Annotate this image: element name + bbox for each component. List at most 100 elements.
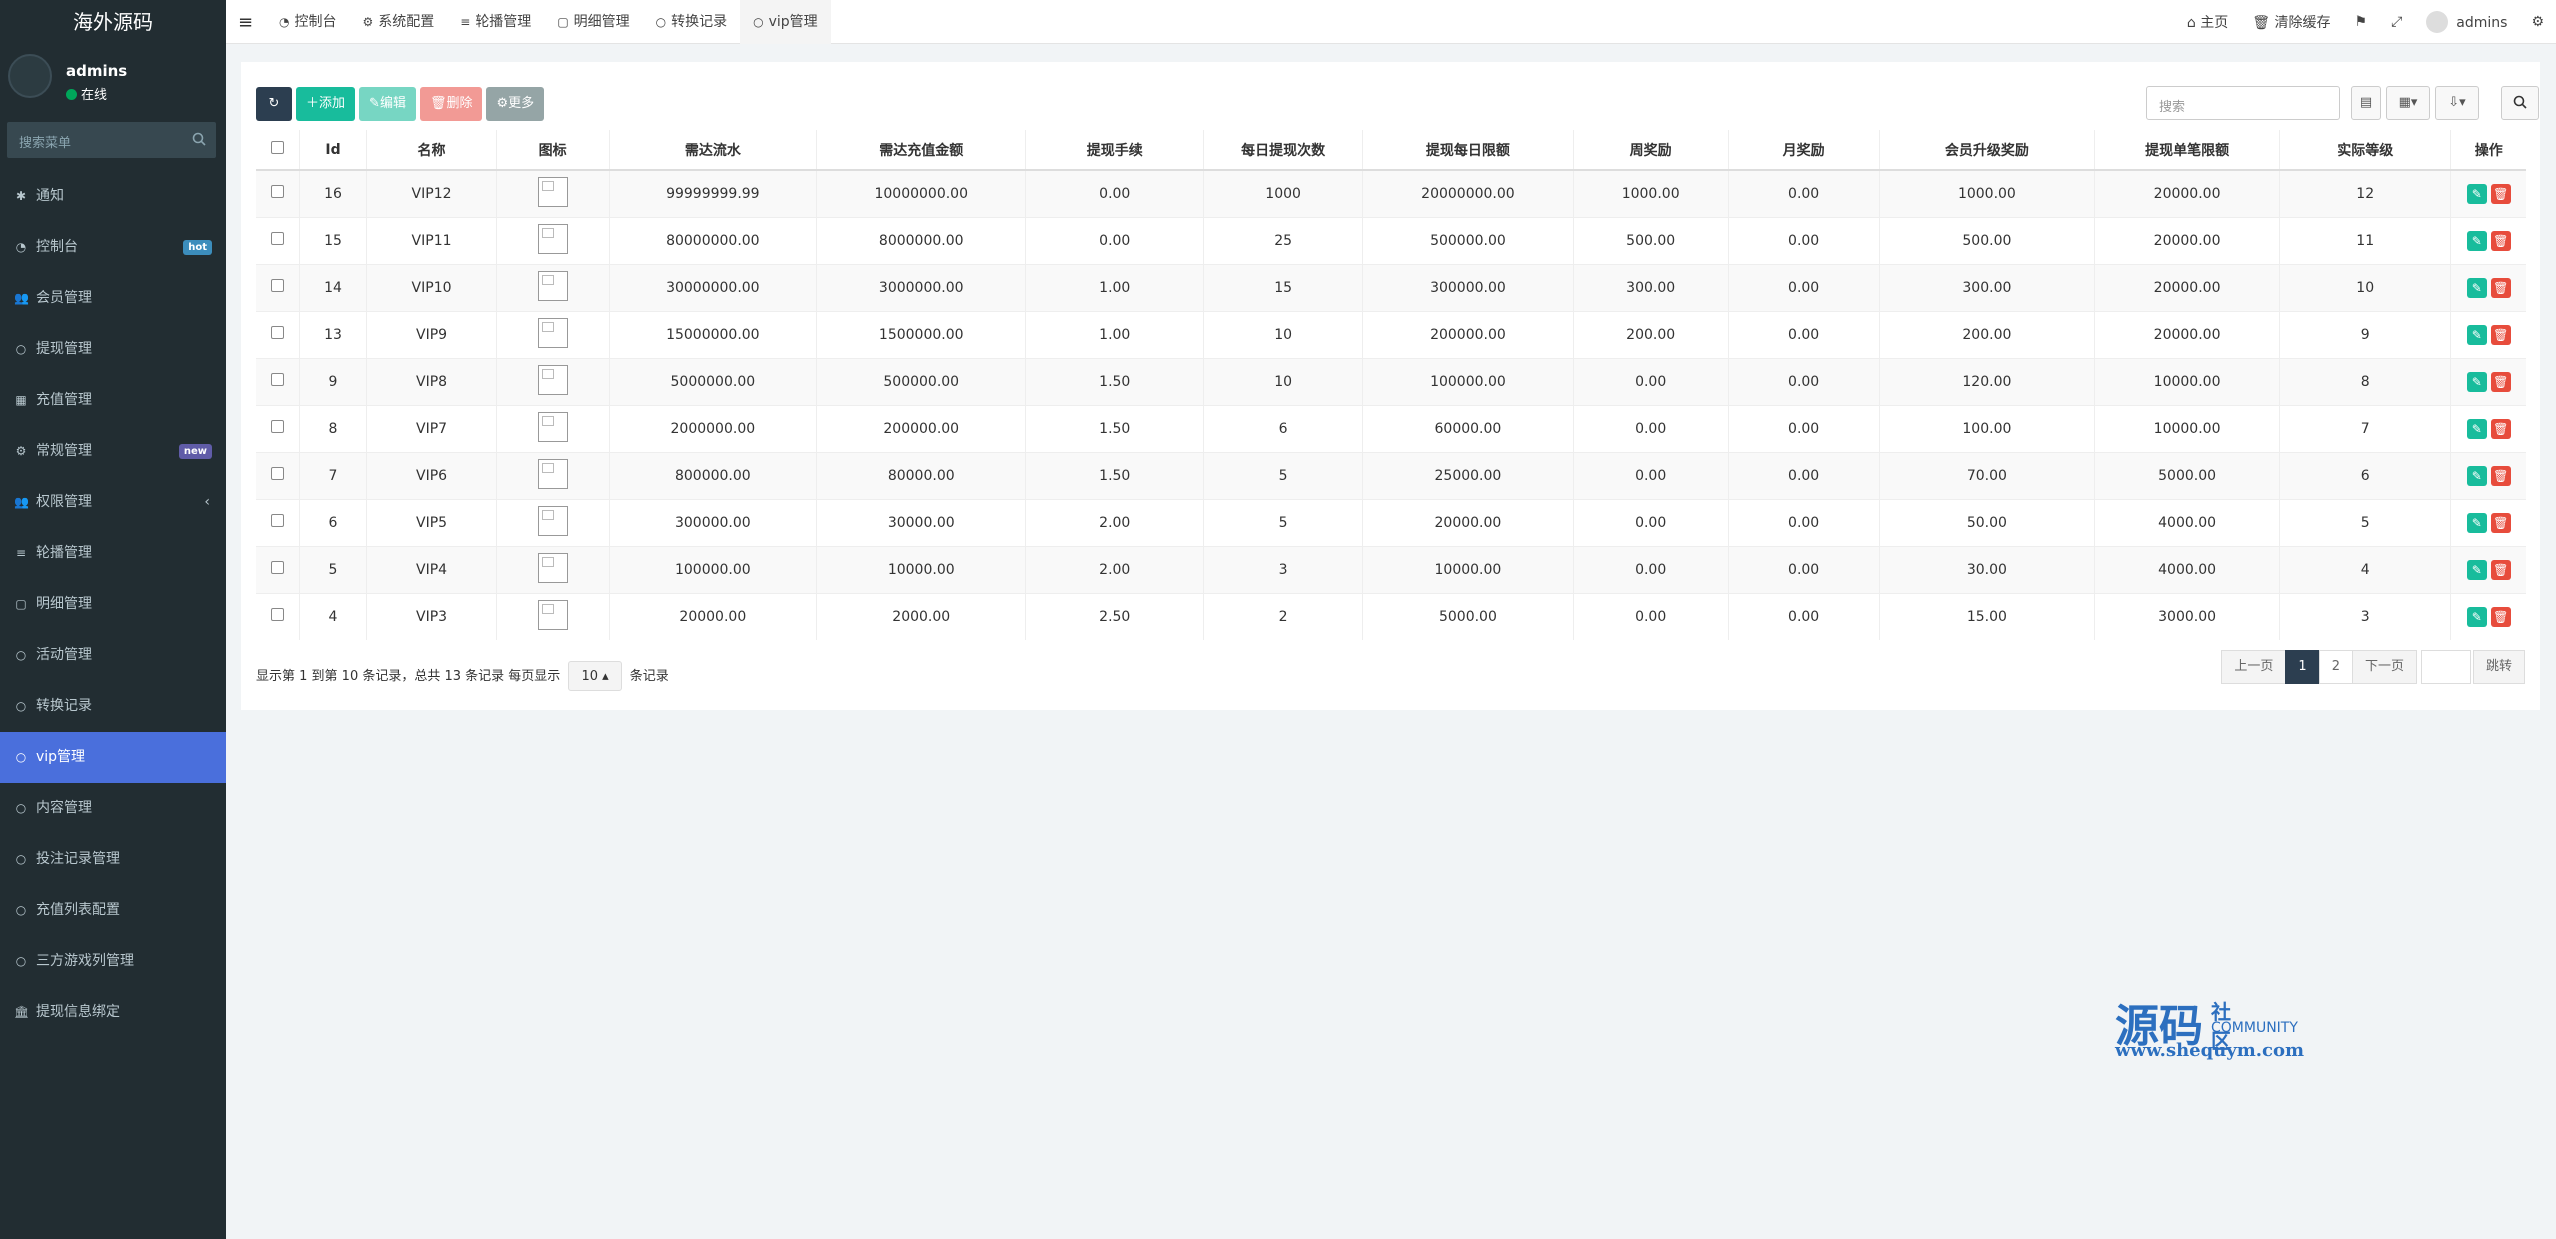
row-edit-button[interactable]: ✎ bbox=[2466, 277, 2487, 298]
nav-tab[interactable]: ◔ 控制台 bbox=[266, 0, 349, 44]
sidebar-item[interactable]: ○ 三方游戏列管理 bbox=[0, 936, 226, 987]
sidebar-item[interactable]: 🏛 提现信息绑定 bbox=[0, 987, 226, 1038]
row-delete-button[interactable]: 🗑 bbox=[2490, 183, 2511, 204]
row-delete-button[interactable]: 🗑 bbox=[2490, 418, 2511, 439]
row-edit-button[interactable]: ✎ bbox=[2466, 371, 2487, 392]
row-checkbox[interactable] bbox=[270, 279, 284, 292]
broken-image-icon[interactable] bbox=[537, 223, 568, 254]
clear-cache-button[interactable]: 🗑 清除缓存 bbox=[2240, 12, 2342, 32]
column-header[interactable]: 需达充值金额 bbox=[816, 130, 1027, 171]
settings-gear-icon[interactable]: ⚙ bbox=[2519, 14, 2556, 30]
sidebar-search-input[interactable]: 搜索菜单 bbox=[7, 122, 216, 158]
column-header[interactable]: 图标 bbox=[496, 130, 610, 171]
table-row[interactable]: 8 VIP7 2000000.00 200000.00 1.50 6 60000.00 0.0… bbox=[256, 404, 2526, 452]
prev-page-button[interactable]: 上一页 bbox=[2221, 650, 2287, 684]
row-edit-button[interactable]: ✎ bbox=[2466, 183, 2487, 204]
jump-button[interactable]: 跳转 bbox=[2472, 650, 2525, 684]
row-delete-button[interactable]: 🗑 bbox=[2490, 559, 2511, 580]
broken-image-icon[interactable] bbox=[537, 317, 568, 348]
broken-image-icon[interactable] bbox=[537, 552, 568, 583]
jump-page-input[interactable] bbox=[2420, 650, 2471, 684]
column-header[interactable]: Id bbox=[299, 130, 368, 171]
column-header[interactable]: 名称 bbox=[366, 130, 497, 171]
toggle-view-button[interactable]: ▤ bbox=[2351, 86, 2381, 120]
nav-tab[interactable]: ▢ 明细管理 bbox=[544, 0, 642, 44]
row-checkbox[interactable] bbox=[270, 185, 284, 199]
column-header[interactable]: 会员升级奖励 bbox=[1879, 130, 2096, 171]
row-checkbox[interactable] bbox=[270, 232, 284, 245]
next-page-button[interactable]: 下一页 bbox=[2351, 650, 2417, 684]
refresh-button[interactable]: ↻ bbox=[256, 87, 292, 121]
row-edit-button[interactable]: ✎ bbox=[2466, 512, 2487, 533]
column-header[interactable]: 周奖励 bbox=[1573, 130, 1729, 171]
row-checkbox[interactable] bbox=[270, 467, 284, 480]
column-header[interactable]: 提现每日限额 bbox=[1362, 130, 1574, 171]
row-edit-button[interactable]: ✎ bbox=[2466, 324, 2487, 345]
export-button[interactable]: ⇩▾ bbox=[2435, 86, 2479, 120]
page-1-button[interactable]: 1 bbox=[2285, 650, 2320, 684]
delete-button[interactable]: 🗑删除 bbox=[419, 87, 483, 121]
row-delete-button[interactable]: 🗑 bbox=[2490, 371, 2511, 392]
row-checkbox[interactable] bbox=[270, 561, 284, 574]
broken-image-icon[interactable] bbox=[537, 505, 568, 536]
sidebar-item[interactable]: 👥 权限管理 ‹ bbox=[0, 477, 226, 528]
user-menu[interactable]: admins bbox=[2414, 11, 2519, 33]
row-checkbox[interactable] bbox=[270, 326, 284, 339]
sidebar-item[interactable]: ○ 投注记录管理 bbox=[0, 834, 226, 885]
advanced-search-button[interactable] bbox=[2501, 86, 2539, 120]
row-edit-button[interactable]: ✎ bbox=[2466, 418, 2487, 439]
row-delete-button[interactable]: 🗑 bbox=[2490, 606, 2511, 627]
page-size-select[interactable]: 10 ▴ bbox=[568, 661, 622, 691]
sidebar-item[interactable]: ✱ 通知 bbox=[0, 171, 226, 222]
home-link[interactable]: ⌂ 主页 bbox=[2175, 12, 2240, 32]
table-search-input[interactable]: 搜索 bbox=[2146, 86, 2340, 120]
more-button[interactable]: ⚙更多 bbox=[486, 87, 545, 121]
columns-button[interactable]: ▦▾ bbox=[2386, 86, 2430, 120]
row-checkbox[interactable] bbox=[270, 373, 284, 386]
language-icon[interactable]: ⚑ bbox=[2343, 14, 2380, 30]
add-button[interactable]: ＋添加 bbox=[296, 87, 356, 121]
app-logo[interactable]: 海外源码 bbox=[0, 0, 226, 44]
nav-tab[interactable]: ≡ 轮播管理 bbox=[447, 0, 544, 44]
row-edit-button[interactable]: ✎ bbox=[2466, 606, 2487, 627]
menu-toggle-icon[interactable]: ≡ bbox=[238, 12, 253, 33]
nav-tab[interactable]: ○ 转换记录 bbox=[643, 0, 740, 44]
sidebar-item[interactable]: ▦ 充值管理 bbox=[0, 375, 226, 426]
sidebar-item[interactable]: ○ vip管理 bbox=[0, 732, 226, 783]
column-header[interactable]: 提现手续 bbox=[1025, 130, 1205, 171]
row-delete-button[interactable]: 🗑 bbox=[2490, 465, 2511, 486]
row-delete-button[interactable]: 🗑 bbox=[2490, 512, 2511, 533]
table-row[interactable]: 4 VIP3 20000.00 2000.00 2.50 2 5000.00 0.00 0.00… bbox=[256, 592, 2526, 640]
fullscreen-icon[interactable]: ⤢ bbox=[2379, 14, 2414, 30]
column-header[interactable]: 提现单笔限额 bbox=[2094, 130, 2280, 171]
table-row[interactable]: 6 VIP5 300000.00 30000.00 2.00 5 20000.00 0.00 0… bbox=[256, 498, 2526, 546]
row-checkbox[interactable] bbox=[270, 608, 284, 622]
sidebar-item[interactable]: ▢ 明细管理 bbox=[0, 579, 226, 630]
table-row[interactable]: 15 VIP11 80000000.00 8000000.00 0.00 25 500000… bbox=[256, 216, 2526, 264]
edit-button[interactable]: ✎编辑 bbox=[359, 87, 416, 121]
column-header[interactable]: 每日提现次数 bbox=[1203, 130, 1364, 171]
sidebar-item[interactable]: ⚙ 常规管理 new bbox=[0, 426, 226, 477]
select-all-checkbox[interactable] bbox=[270, 141, 284, 154]
nav-tab[interactable]: ○ vip管理 bbox=[740, 0, 831, 44]
sidebar-item[interactable]: ≡ 轮播管理 bbox=[0, 528, 226, 579]
page-2-button[interactable]: 2 bbox=[2318, 650, 2353, 684]
column-header[interactable]: 需达流水 bbox=[609, 130, 818, 171]
sidebar-item[interactable]: ◔ 控制台 hot bbox=[0, 222, 226, 273]
table-row[interactable]: 5 VIP4 100000.00 10000.00 2.00 3 10000.00 0.00 0… bbox=[256, 545, 2526, 593]
table-row[interactable]: 16 VIP12 99999999.99 10000000.00 0.00 1000 200… bbox=[256, 169, 2526, 217]
column-header[interactable]: 操作 bbox=[2450, 130, 2526, 171]
sidebar-item[interactable]: 👥 会员管理 bbox=[0, 273, 226, 324]
nav-tab[interactable]: ⚙ 系统配置 bbox=[349, 0, 447, 44]
search-icon[interactable] bbox=[192, 132, 206, 146]
sidebar-item[interactable]: ○ 转换记录 bbox=[0, 681, 226, 732]
column-header[interactable]: 实际等级 bbox=[2279, 130, 2452, 171]
row-delete-button[interactable]: 🗑 bbox=[2490, 324, 2511, 345]
row-delete-button[interactable]: 🗑 bbox=[2490, 230, 2511, 251]
table-row[interactable]: 13 VIP9 15000000.00 1500000.00 1.00 10 200000.… bbox=[256, 310, 2526, 358]
sidebar-item[interactable]: ○ 活动管理 bbox=[0, 630, 226, 681]
broken-image-icon[interactable] bbox=[537, 599, 568, 630]
table-row[interactable]: 9 VIP8 5000000.00 500000.00 1.50 10 100000.00 0… bbox=[256, 357, 2526, 405]
table-row[interactable]: 14 VIP10 30000000.00 3000000.00 1.00 15 300000… bbox=[256, 263, 2526, 311]
row-edit-button[interactable]: ✎ bbox=[2466, 230, 2487, 251]
